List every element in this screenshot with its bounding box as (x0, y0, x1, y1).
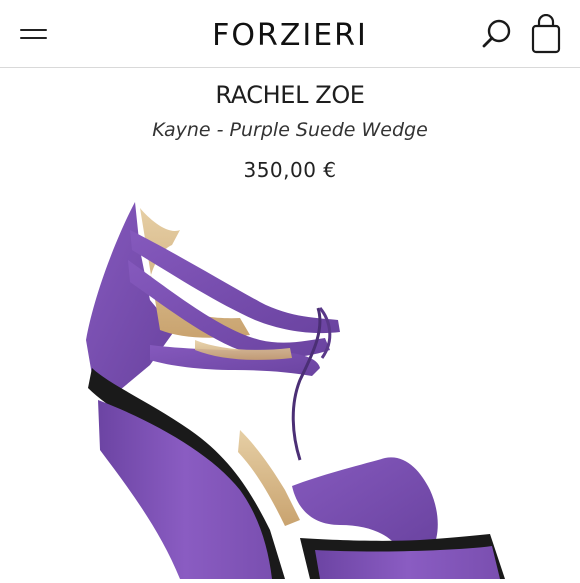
top-navigation-bar: FORZIERI (0, 0, 580, 68)
product-price: 350,00 € (243, 158, 337, 182)
front-vamp (292, 457, 438, 550)
shopping-bag-icon[interactable] (528, 13, 564, 56)
purple-suede-wedge-sandal-photo (86, 202, 505, 579)
search-icon[interactable] (480, 18, 514, 52)
product-name: Kayne - Purple Suede Wedge (152, 119, 428, 141)
product-image[interactable] (0, 190, 580, 579)
product-summary: RACHEL ZOE Kayne - Purple Suede Wedge 35… (0, 78, 580, 184)
product-brand[interactable]: RACHEL ZOE (0, 78, 580, 112)
